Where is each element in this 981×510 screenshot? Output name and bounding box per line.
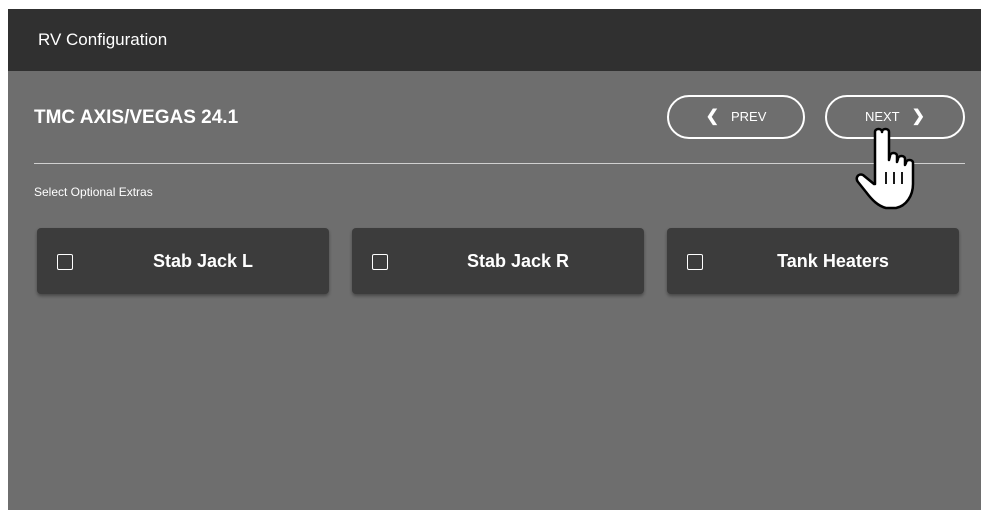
header-divider — [34, 163, 965, 164]
option-label: Stab Jack L — [152, 251, 254, 271]
checkbox[interactable] — [372, 254, 388, 270]
title-bar: RV Configuration — [8, 9, 981, 71]
checkbox[interactable] — [687, 254, 703, 270]
prev-button-label: PREV — [731, 109, 767, 124]
option-tank-heaters[interactable]: Tank Heaters — [667, 228, 959, 294]
section-label: Select Optional Extras — [34, 185, 153, 199]
checkbox[interactable] — [57, 254, 73, 270]
chevron-left-icon: ❮ — [705, 108, 719, 125]
prev-button[interactable]: ❮ PREV — [667, 95, 805, 139]
window-title: RV Configuration — [38, 30, 168, 49]
option-label: Tank Heaters — [777, 251, 889, 271]
hand-pointer-icon — [855, 127, 915, 210]
app-window: RV Configuration TMC AXIS/VEGAS 24.1 ❮ P… — [8, 9, 981, 510]
page-title: TMC AXIS/VEGAS 24.1 — [34, 107, 239, 128]
option-stab-jack-r[interactable]: Stab Jack R — [352, 228, 644, 294]
option-stab-jack-l[interactable]: Stab Jack L — [37, 228, 329, 294]
option-label: Stab Jack R — [466, 251, 570, 271]
